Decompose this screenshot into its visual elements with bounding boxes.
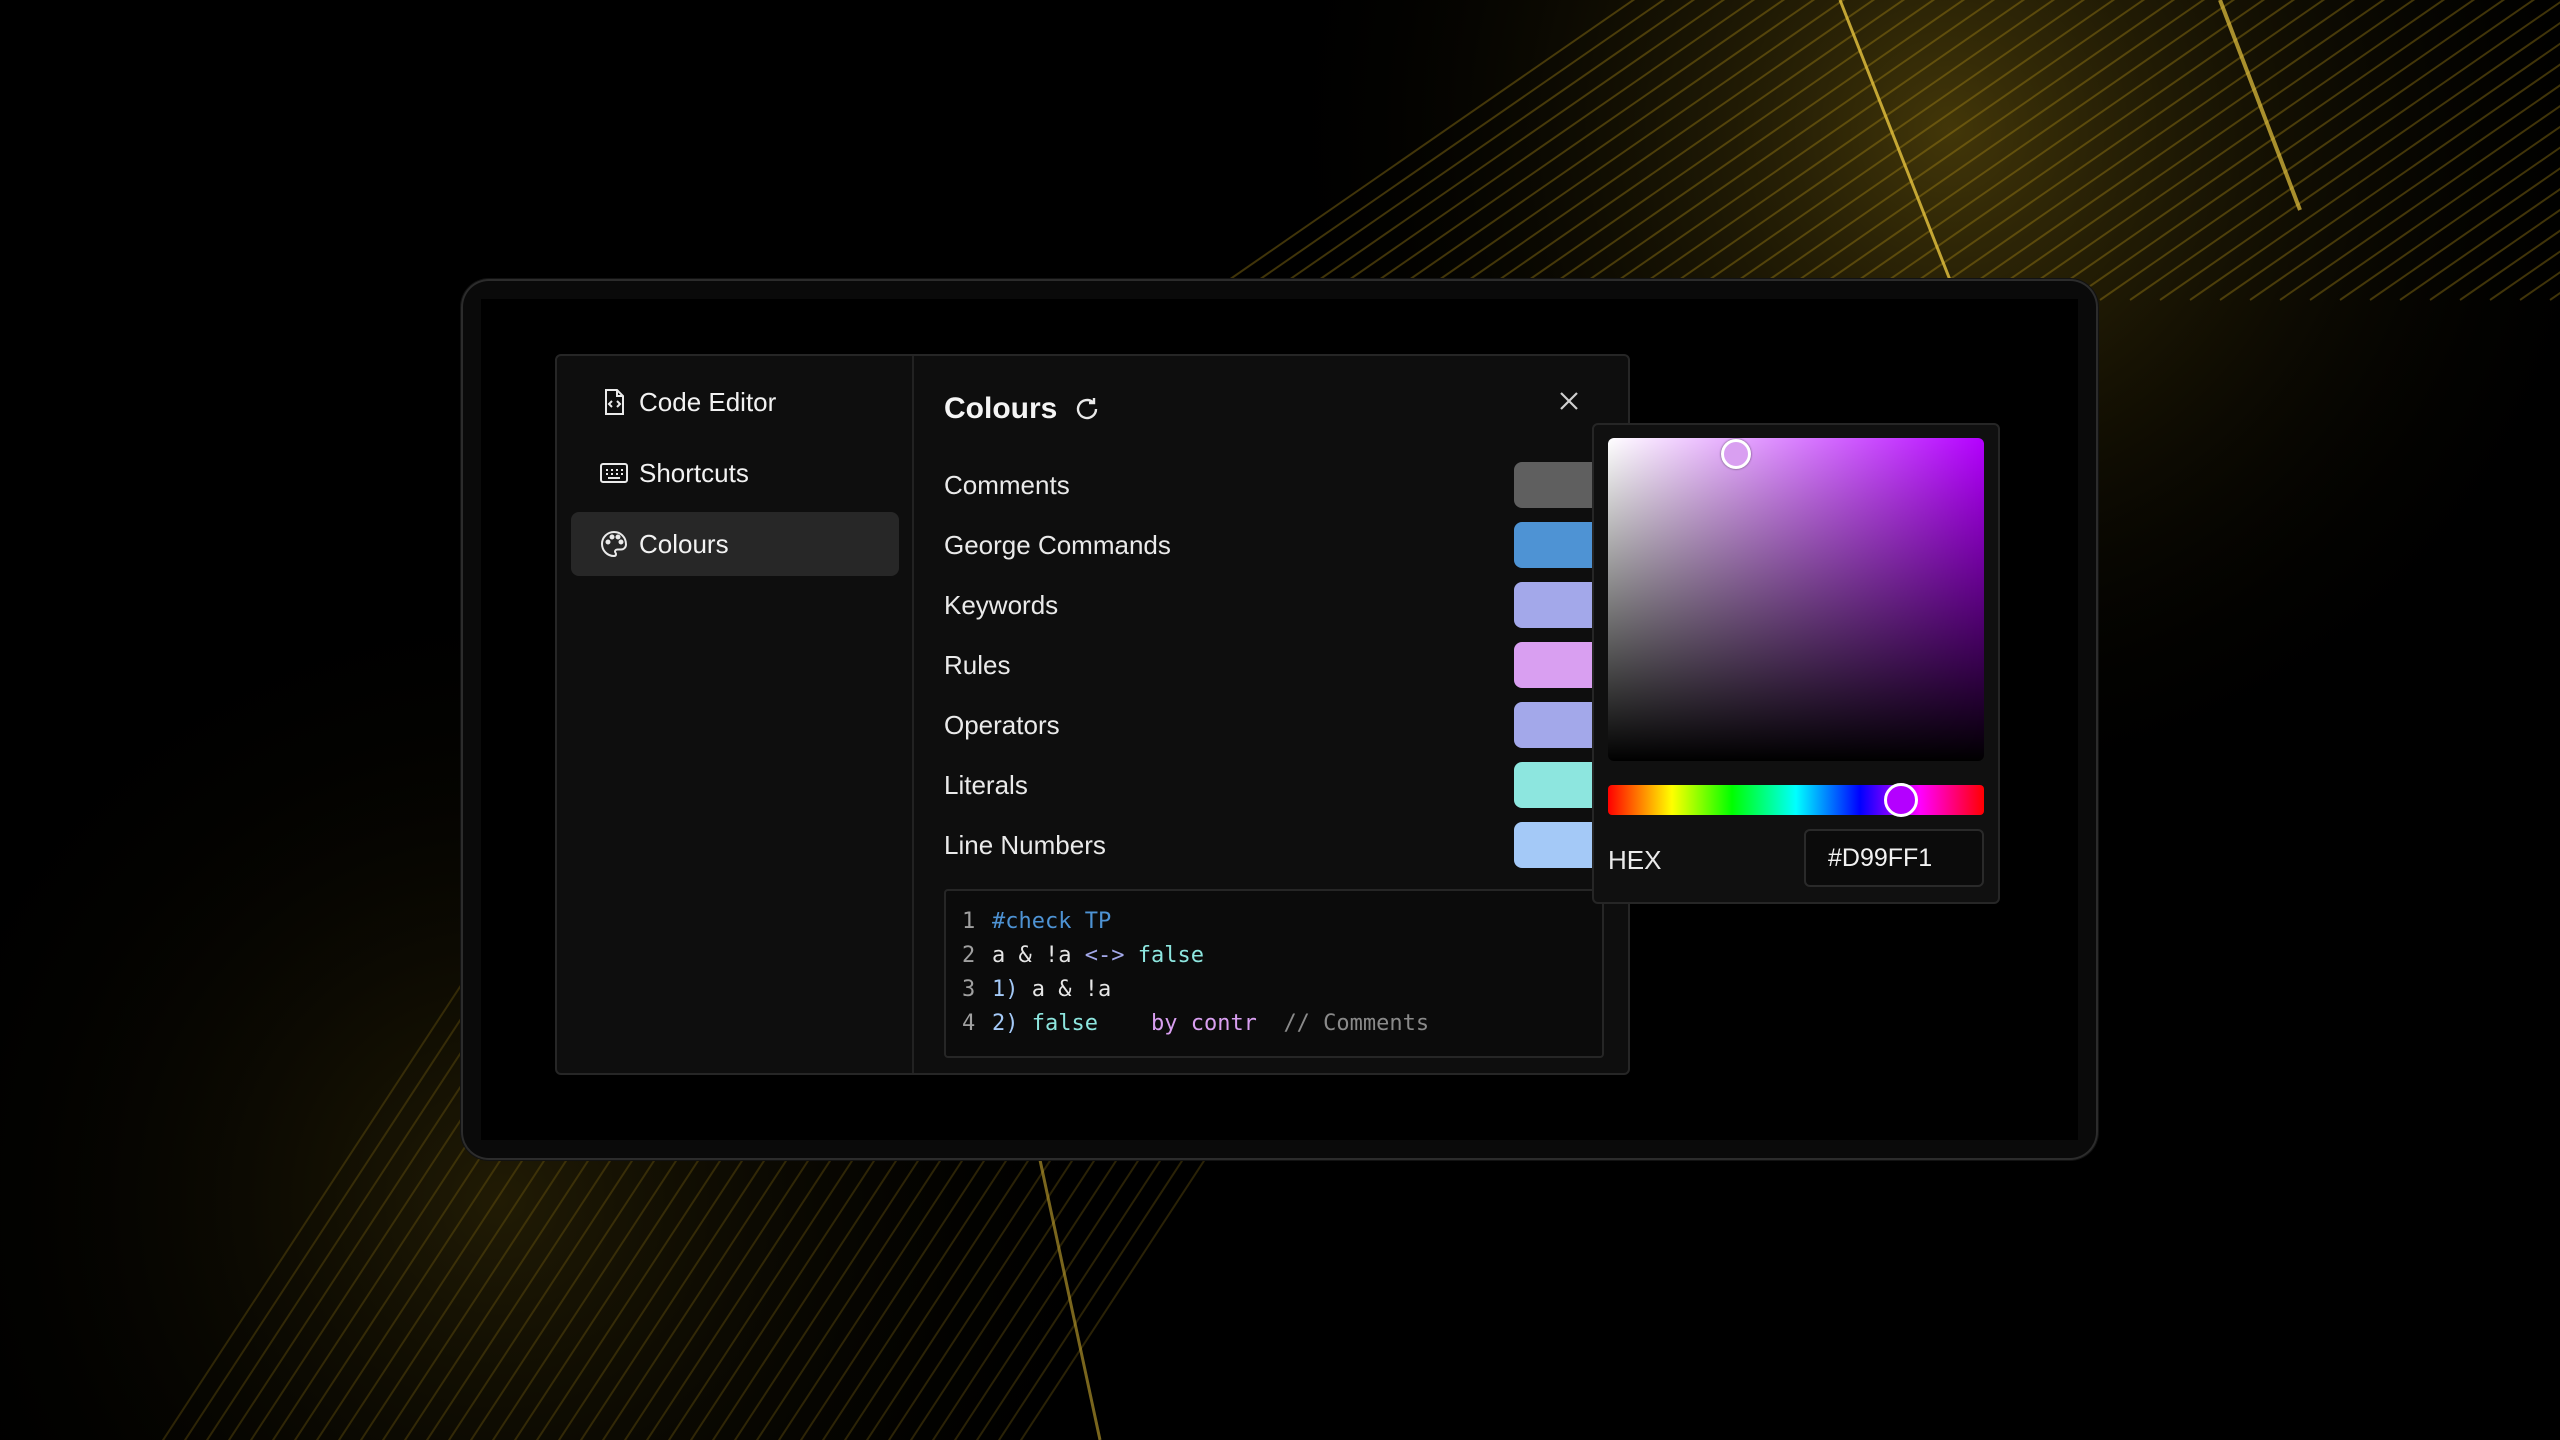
code-token: 1) [992, 977, 1019, 1002]
code-token: // Comments [1283, 1011, 1430, 1036]
line-number: 1 [962, 909, 976, 934]
code-token: a & !a [992, 943, 1085, 968]
colour-row-label: Literals [944, 770, 1028, 800]
saturation-value-area[interactable] [1608, 438, 1984, 761]
sidebar-item-shortcuts[interactable]: Shortcuts [571, 441, 899, 505]
colour-swatch[interactable] [1514, 582, 1604, 628]
colours-panel: Colours Comments George Commands Keywords R… [914, 356, 1628, 1073]
code-preview: 1 #check TP 2 a & !a <-> false 3 1) a & !a 4 2)… [944, 889, 1604, 1058]
code-token: <-> [1084, 943, 1125, 968]
colour-row: Line Numbers [944, 822, 1604, 868]
colour-row: Operators [944, 702, 1604, 748]
hex-input[interactable] [1804, 829, 1984, 887]
colour-row: Rules [944, 642, 1604, 688]
colour-swatch[interactable] [1514, 522, 1604, 568]
colour-swatch[interactable] [1514, 822, 1604, 868]
code-line: 3 1) a & !a [962, 977, 1111, 1007]
colour-row-label: Comments [944, 470, 1070, 500]
close-icon[interactable] [1554, 386, 1584, 416]
code-line: 2 a & !a <-> false [962, 943, 1204, 973]
colour-row: Comments [944, 462, 1604, 508]
colour-row: George Commands [944, 522, 1604, 568]
saturation-value-handle[interactable] [1720, 439, 1751, 470]
settings-dialog: Code Editor Shortcuts Colours Colours Co… [555, 354, 1630, 1075]
page-title: Colours [944, 392, 1058, 425]
code-token: 2) [992, 1011, 1019, 1036]
colour-row: Keywords [944, 582, 1604, 628]
colour-swatch[interactable] [1514, 462, 1604, 508]
code-token: a & !a [1018, 977, 1112, 1002]
settings-sidebar: Code Editor Shortcuts Colours [557, 356, 914, 1073]
hex-label: HEX [1608, 845, 1662, 875]
colour-row-label: Operators [944, 710, 1060, 740]
colour-swatch[interactable] [1514, 762, 1604, 808]
sidebar-item-label: Colours [639, 528, 729, 559]
colour-row-label: George Commands [944, 530, 1171, 560]
colour-row-label: Rules [944, 650, 1011, 680]
colour-swatch[interactable] [1514, 702, 1604, 748]
palette-icon [599, 529, 629, 559]
code-line: 1 #check TP [962, 909, 1111, 939]
line-number: 4 [962, 1011, 976, 1036]
hue-slider-handle[interactable] [1884, 783, 1919, 817]
file-code-icon [599, 387, 629, 417]
colour-row-label: Keywords [944, 590, 1059, 620]
sidebar-item-label: Shortcuts [639, 457, 749, 488]
line-number: 2 [962, 943, 976, 968]
colour-row-label: Line Numbers [944, 830, 1106, 860]
code-token: false [1137, 943, 1204, 968]
reset-icon[interactable] [1072, 394, 1102, 424]
colour-row: Literals [944, 762, 1604, 808]
colour-swatch[interactable] [1514, 642, 1604, 688]
code-line: 4 2) false by contr // Comments [962, 1011, 1429, 1041]
colour-picker-popover: HEX [1592, 423, 2000, 904]
code-token: false [1031, 1011, 1098, 1036]
sidebar-item-colours[interactable]: Colours [571, 512, 899, 576]
line-number: 3 [962, 977, 976, 1002]
sidebar-item-label: Code Editor [639, 386, 777, 417]
code-token: by contr [1150, 1011, 1257, 1036]
code-token: #check TP [992, 909, 1112, 934]
hue-slider[interactable] [1608, 783, 1984, 817]
sidebar-item-code-editor[interactable]: Code Editor [571, 370, 899, 434]
keyboard-icon [599, 458, 629, 488]
